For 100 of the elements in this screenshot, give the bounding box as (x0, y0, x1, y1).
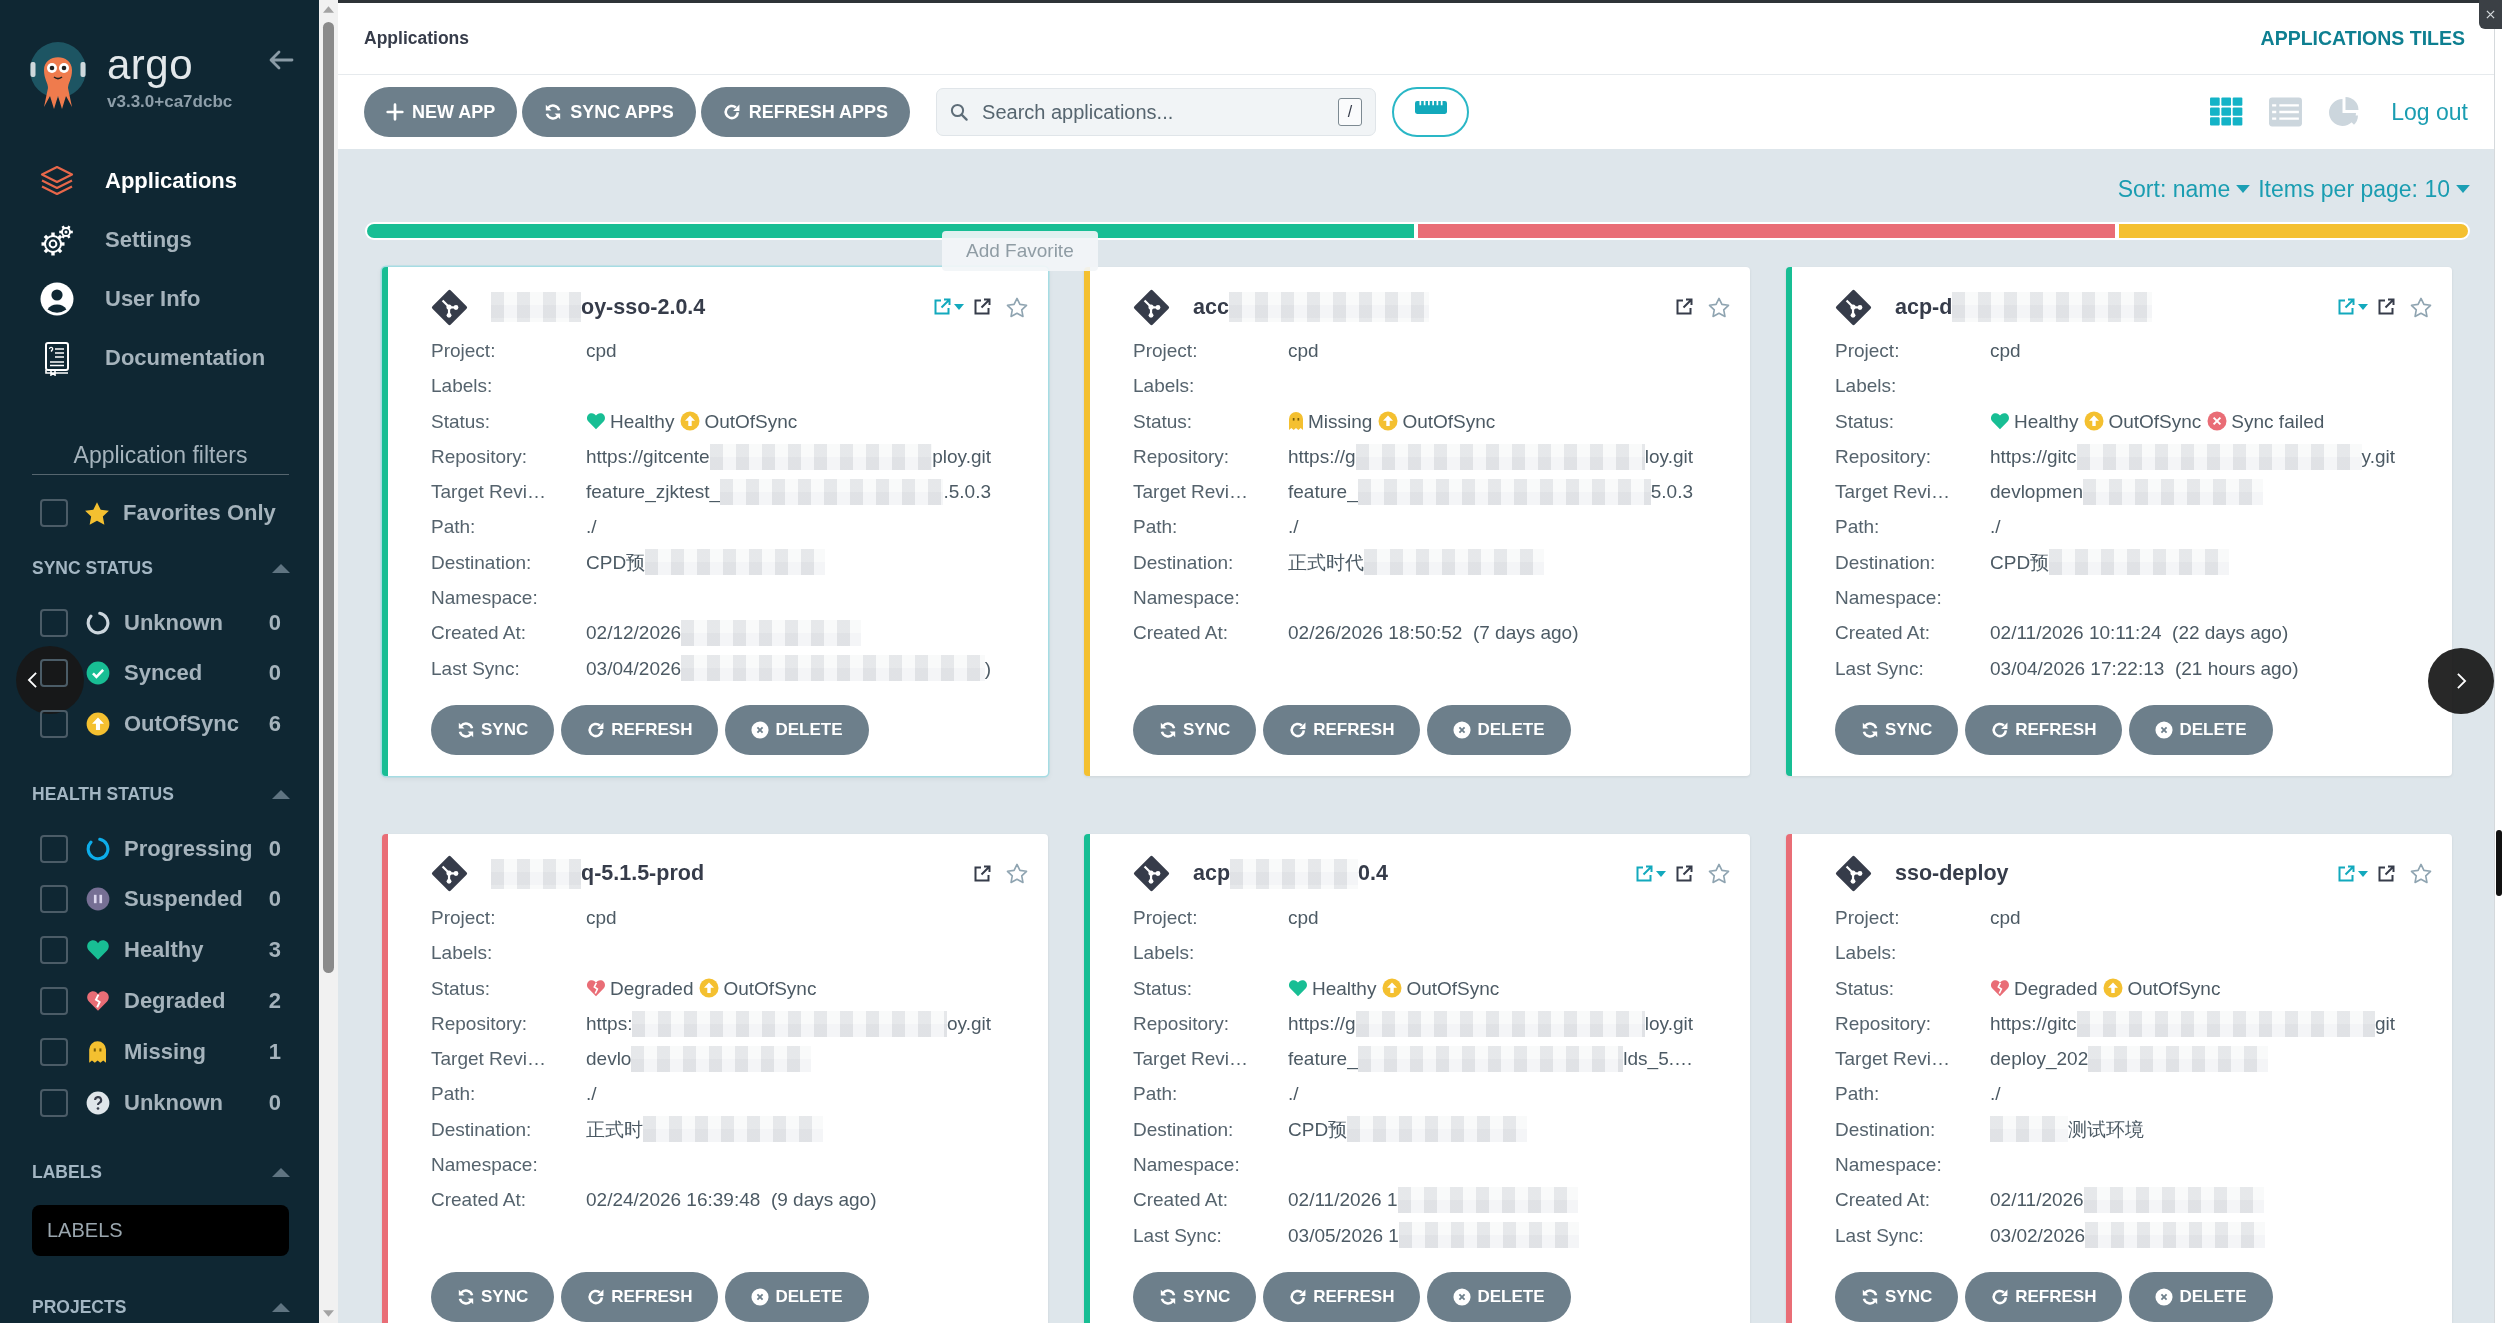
application-tile[interactable] (1786, 267, 2452, 776)
app-name[interactable]: acp-d (1895, 294, 1953, 320)
tile-button[interactable]: REFRESH (1965, 704, 2123, 755)
tile-button[interactable]: DELETE (2129, 704, 2273, 755)
external-link-icon[interactable] (973, 864, 991, 883)
app-name[interactable]: oy-sso-2.0.4 (581, 294, 706, 320)
caret-up-icon[interactable] (272, 1168, 290, 1178)
scrollbar-thumb[interactable] (323, 22, 334, 973)
section-header[interactable]: HEALTH STATUS (32, 783, 174, 805)
app-name[interactable]: q-5.1.5-prod (581, 861, 705, 887)
section-header[interactable]: PROJECTS (32, 1297, 127, 1319)
field-value: https://gitc (1990, 1011, 2077, 1036)
scrollbar-thumb[interactable] (2496, 830, 2502, 896)
star-icon[interactable] (1006, 296, 1028, 318)
tile-button[interactable]: SYNC (1133, 704, 1257, 755)
star-icon[interactable] (1708, 296, 1730, 318)
field-value: oy.git (947, 1011, 991, 1036)
star-icon[interactable] (2410, 296, 2432, 318)
external-link-icon[interactable] (973, 298, 991, 316)
toolbar-button[interactable]: SYNC APPS (522, 87, 696, 137)
field-label: Path: (1835, 1082, 1881, 1107)
toolbar-button[interactable]: NEW APP (364, 87, 518, 137)
field-label: Destination: (431, 1117, 533, 1142)
close-button[interactable] (2479, 0, 2502, 29)
tile-button[interactable]: DELETE (725, 1271, 869, 1322)
filter-label: Unknown (124, 1089, 224, 1116)
field-value: cpd (1288, 905, 1319, 930)
scroll-up-icon[interactable] (323, 6, 334, 13)
external-link-icon[interactable] (2377, 864, 2395, 883)
refresh-icon (1289, 720, 1308, 739)
tile-button[interactable]: REFRESH (1965, 1271, 2123, 1322)
field-label: Path: (1835, 515, 1881, 540)
external-link-icon[interactable] (1675, 298, 1693, 316)
checkbox[interactable] (40, 936, 68, 965)
field-value: 02/11/2026 1 (1288, 1188, 1398, 1213)
toolbar-button[interactable]: REFRESH APPS (700, 87, 911, 137)
checkbox[interactable] (40, 608, 68, 637)
star-icon[interactable] (2410, 863, 2432, 885)
refresh-icon (1289, 1287, 1308, 1306)
caret-down-icon[interactable] (2358, 304, 2368, 310)
star-icon[interactable] (1708, 863, 1730, 885)
arrow-left-icon[interactable] (268, 49, 294, 71)
logout-link[interactable]: Log out (2391, 98, 2468, 126)
field-label: Labels: (1133, 374, 1196, 399)
tile-button[interactable]: DELETE (1427, 704, 1571, 755)
labels-input[interactable]: LABELS (32, 1204, 289, 1256)
list-icon[interactable] (2268, 96, 2304, 128)
sort-dropdown[interactable]: Sort: name (2117, 175, 2251, 203)
application-tile[interactable] (382, 267, 1048, 776)
filter-count: 0 (268, 886, 281, 913)
tile-button[interactable]: REFRESH (1263, 704, 1421, 755)
application-tile[interactable] (1786, 833, 2452, 1323)
tile-button[interactable]: SYNC (1133, 1271, 1257, 1322)
checkbox[interactable] (40, 499, 68, 527)
tile-button[interactable]: SYNC (431, 704, 555, 755)
page-size-dropdown[interactable]: Items per page: 10 (2258, 175, 2470, 203)
tile-button[interactable]: DELETE (2129, 1271, 2273, 1322)
field-label: Status: (431, 976, 492, 1001)
external-link-icon[interactable] (2377, 298, 2395, 316)
caret-down-icon[interactable] (1656, 870, 1666, 877)
nav-item[interactable]: Documentation (0, 333, 319, 383)
tile-button[interactable]: REFRESH (561, 704, 719, 755)
scrollbar[interactable] (2494, 29, 2502, 1323)
caret-up-icon[interactable] (272, 1303, 290, 1313)
field-value: 02/12/2026 (586, 621, 682, 646)
checkbox[interactable] (40, 1037, 68, 1066)
caret-down-icon[interactable] (2358, 870, 2368, 877)
checkbox[interactable] (40, 1088, 68, 1117)
nav-item[interactable]: Settings (0, 215, 319, 265)
tile-button[interactable]: REFRESH (1263, 1271, 1421, 1322)
caret-down-icon[interactable] (954, 304, 964, 310)
tile-button[interactable]: SYNC (1835, 704, 1959, 755)
checkbox[interactable] (40, 834, 68, 863)
tile-button[interactable]: SYNC (431, 1271, 555, 1322)
tile-button[interactable]: SYNC (1835, 1271, 1959, 1322)
field-value: ) (984, 656, 991, 681)
app-name[interactable]: sso-deploy (1895, 861, 2009, 887)
nav-item[interactable]: Applications (0, 156, 319, 206)
tile-button[interactable]: REFRESH (561, 1271, 719, 1322)
app-name[interactable]: 0.4 (1358, 861, 1388, 887)
scroll-down-icon[interactable] (323, 1310, 334, 1317)
section-header[interactable]: SYNC STATUS (32, 557, 153, 579)
app-name[interactable]: acc (1193, 294, 1229, 320)
tile-button[interactable]: DELETE (725, 704, 869, 755)
app-name[interactable]: acp (1193, 861, 1231, 887)
application-tile[interactable] (382, 833, 1048, 1323)
checkbox[interactable] (40, 885, 68, 914)
tile-button[interactable]: DELETE (1427, 1271, 1571, 1322)
application-tile[interactable] (1084, 833, 1750, 1323)
scrollbar[interactable] (319, 0, 338, 1323)
caret-up-icon[interactable] (272, 789, 290, 799)
section-header[interactable]: LABELS (32, 1162, 102, 1184)
star-icon[interactable] (1006, 863, 1028, 885)
grid-icon[interactable] (2209, 96, 2245, 128)
application-tile[interactable] (1084, 267, 1750, 776)
caret-up-icon[interactable] (272, 563, 290, 573)
checkbox[interactable] (40, 987, 68, 1015)
nav-item[interactable]: User Info (0, 274, 319, 324)
external-link-icon[interactable] (1675, 864, 1693, 883)
ruler-button[interactable] (1392, 87, 1470, 137)
